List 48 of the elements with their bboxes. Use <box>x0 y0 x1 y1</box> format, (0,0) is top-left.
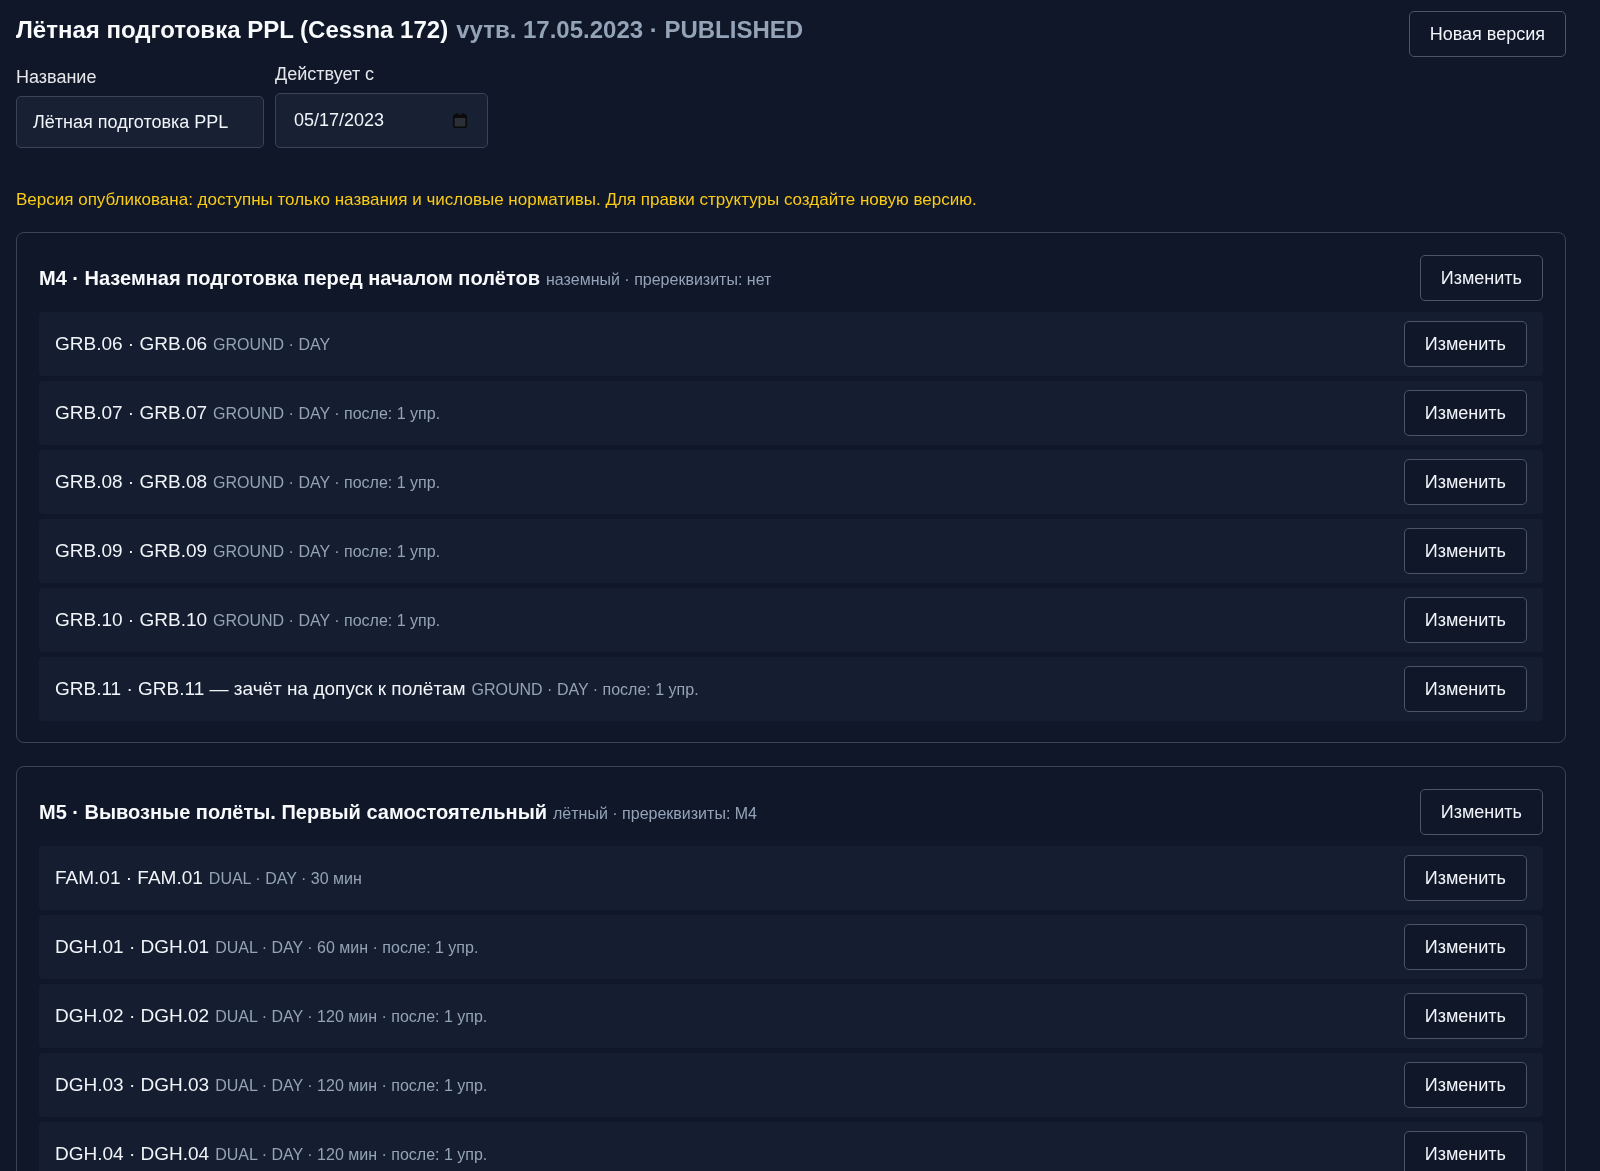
edit-button[interactable]: Изменить <box>1403 597 1527 643</box>
lesson-meta: GROUND · DAY · после: 1 упр. <box>213 405 441 423</box>
lesson-title: DGH.02 · DGH.02 <box>55 1005 210 1027</box>
published-notice: Версия опубликована: доступны только названия и числовые нормативы. Для правки структуры создайте новую версию. <box>16 189 978 211</box>
lesson-meta: GROUND · DAY <box>213 336 331 354</box>
lesson-meta: DUAL · DAY · 120 мин · после: 1 упр. <box>215 1146 488 1164</box>
module-title: M4 · Наземная подготовка перед началом полётов <box>39 266 541 290</box>
lesson-meta: GROUND · DAY · после: 1 упр. <box>213 612 441 630</box>
lesson-title: GRB.06 · GRB.06 <box>55 333 208 355</box>
lesson-meta: GROUND · DAY · после: 1 упр. <box>471 681 699 699</box>
field-label: Название <box>16 66 98 88</box>
edit-button[interactable]: Изменить <box>1403 1131 1527 1171</box>
version-status: vутв. 17.05.2023 · PUBLISHED <box>456 15 804 45</box>
edit-button[interactable]: Изменить <box>1419 789 1543 835</box>
lesson-meta: DUAL · DAY · 60 мин · после: 1 упр. <box>215 939 479 957</box>
edit-button[interactable]: Изменить <box>1403 1062 1527 1108</box>
module-meta: лётный · пререквизиты: M4 <box>553 804 757 823</box>
edit-button[interactable]: Изменить <box>1403 993 1527 1039</box>
page-title: Лётная подготовка PPL (Cessna 172) <box>16 15 449 45</box>
edit-button[interactable]: Изменить <box>1403 528 1527 574</box>
lesson-title: DGH.01 · DGH.01 <box>55 936 210 958</box>
lesson-title: GRB.08 · GRB.08 <box>55 471 208 493</box>
lesson-meta: DUAL · DAY · 120 мин · после: 1 упр. <box>215 1008 488 1026</box>
lesson-title: DGH.04 · DGH.04 <box>55 1143 210 1165</box>
new-version-button[interactable]: Новая версия <box>1408 11 1566 57</box>
lesson-meta: DUAL · DAY · 30 мин <box>208 870 362 888</box>
edit-button[interactable]: Изменить <box>1403 666 1527 712</box>
lesson-meta: DUAL · DAY · 120 мин · после: 1 упр. <box>215 1077 488 1095</box>
edit-button[interactable]: Изменить <box>1403 459 1527 505</box>
name-field[interactable]: Лётная подготовка PPL <box>16 96 264 148</box>
module-title: M5 · Вывозные полёты. Первый самостоятельный <box>39 800 548 824</box>
lesson-title: GRB.07 · GRB.07 <box>55 402 208 424</box>
lesson-meta: GROUND · DAY · после: 1 упр. <box>213 543 441 561</box>
module-meta: наземный · пререквизиты: нет <box>546 270 772 289</box>
edit-button[interactable]: Изменить <box>1403 321 1527 367</box>
edit-button[interactable]: Изменить <box>1403 924 1527 970</box>
lesson-title: GRB.10 · GRB.10 <box>55 609 208 631</box>
lesson-title: GRB.09 · GRB.09 <box>55 540 208 562</box>
date-field[interactable]: 05/17/2023 <box>275 93 488 148</box>
edit-button[interactable]: Изменить <box>1419 255 1543 301</box>
edit-button[interactable]: Изменить <box>1403 390 1527 436</box>
field-label: Действует с <box>275 63 376 85</box>
lesson-title: FAM.01 · FAM.01 <box>55 867 203 889</box>
calendar-icon[interactable] <box>453 113 467 128</box>
lesson-title: DGH.03 · DGH.03 <box>55 1074 210 1096</box>
edit-button[interactable]: Изменить <box>1403 855 1527 901</box>
lesson-title: GRB.11 · GRB.11 — зачёт на допуск к полётам <box>55 678 466 700</box>
lesson-meta: GROUND · DAY · после: 1 упр. <box>213 474 441 492</box>
